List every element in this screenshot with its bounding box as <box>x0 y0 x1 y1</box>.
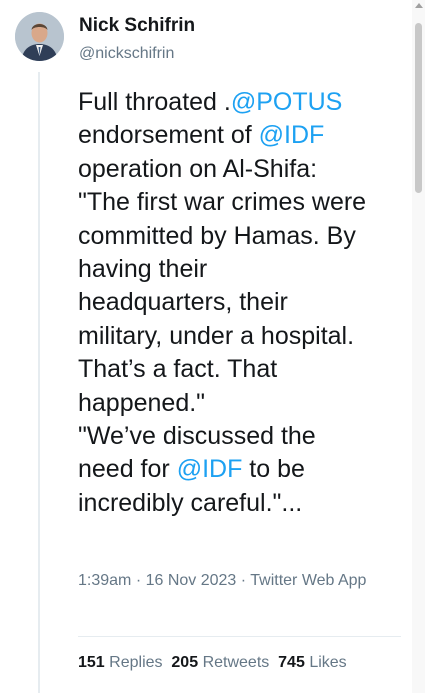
tweet-line: endorsement of @IDF <box>78 119 408 152</box>
tweet-line: "We’ve discussed the <box>78 420 408 453</box>
divider <box>78 636 401 637</box>
tweet-text-segment: military, under a hospital. <box>78 321 355 350</box>
tweet-line: headquarters, their <box>78 286 408 319</box>
scrollbar-thumb[interactable] <box>415 23 422 193</box>
tweet-line: committed by Hamas. By <box>78 220 408 253</box>
tweet-line: That’s a fact. That <box>78 353 408 386</box>
replies-stat[interactable]: 151 Replies <box>78 654 163 671</box>
replies-count: 151 <box>78 654 105 671</box>
tweet-text-segment: incredibly careful."... <box>78 488 303 517</box>
likes-count: 745 <box>278 654 305 671</box>
tweet-line: having their <box>78 253 408 286</box>
scroll-up-arrow-icon[interactable] <box>415 3 423 8</box>
thread-line <box>38 72 40 693</box>
likes-stat[interactable]: 745 Likes <box>278 654 347 671</box>
tweet-text-segment: "The first war crimes were <box>78 188 367 217</box>
tweet-text-segment: "We’ve discussed the <box>78 422 316 451</box>
tweet-text-segment: headquarters, their <box>78 288 288 317</box>
tweet-text-segment: to be <box>242 455 305 484</box>
tweet-text-segment: happened." <box>78 388 206 417</box>
tweet-line: "The first war crimes were <box>78 186 408 219</box>
tweet-text-segment: That’s a fact. That <box>78 355 278 384</box>
tweet-text: Full throated .@POTUS endorsement of @IDF… <box>78 86 408 520</box>
author-handle[interactable]: @nickschifrin <box>79 45 174 63</box>
tweet-line: incredibly careful."... <box>78 487 408 520</box>
tweet-stats: 151 Replies 205 Retweets 745 Likes <box>78 654 347 672</box>
tweet-text-segment: having their <box>78 255 208 284</box>
likes-label: Likes <box>309 654 347 671</box>
profile-photo <box>15 12 64 61</box>
scrollbar[interactable] <box>412 0 425 693</box>
retweets-count: 205 <box>171 654 199 671</box>
mention-link[interactable]: @IDF <box>259 121 325 149</box>
retweets-label: Retweets <box>202 654 270 671</box>
tweet-text-segment: need for <box>78 455 177 484</box>
replies-label: Replies <box>109 654 163 671</box>
tweet-text-segment: operation on Al-Shifa: <box>78 154 318 183</box>
tweet-text-segment: committed by Hamas. By <box>78 221 356 250</box>
tweet-timestamp[interactable]: 1:39am · 16 Nov 2023 · Twitter Web App <box>78 569 378 593</box>
avatar[interactable] <box>15 12 64 61</box>
author-name[interactable]: Nick Schifrin <box>79 15 195 37</box>
tweet-text-segment: endorsement of <box>78 121 259 150</box>
tweet-text-segment: Full throated . <box>78 88 231 116</box>
tweet-line: military, under a hospital. <box>78 320 408 353</box>
tweet-line: happened." <box>78 387 408 420</box>
mention-link[interactable]: @IDF <box>177 455 243 483</box>
tweet-line: Full throated .@POTUS <box>78 86 408 119</box>
mention-link[interactable]: @POTUS <box>231 88 343 116</box>
tweet-line: need for @IDF to be <box>78 453 408 486</box>
retweets-stat[interactable]: 205 Retweets <box>171 654 269 671</box>
tweet-line: operation on Al-Shifa: <box>78 153 408 186</box>
